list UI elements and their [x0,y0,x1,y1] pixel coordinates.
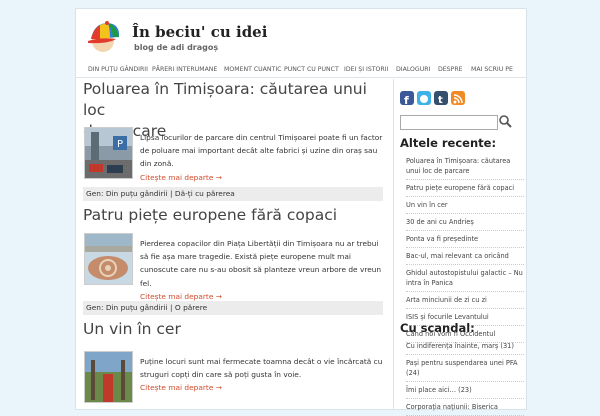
recent-post-link[interactable]: Patru piețe europene fără copaci [406,180,524,197]
svg-text:f: f [404,94,409,106]
page-container: În beciu' cu idei blog de adi dragoș DIN… [75,8,527,416]
post-excerpt-text: Pierderea copacilor din Piața Libertății… [140,239,382,288]
svg-text:t: t [438,95,443,106]
category-link[interactable]: O părere [175,303,207,312]
post-title[interactable]: Patru piețe europene fără copaci [83,205,383,226]
scandal-heading: Cu scandal: [400,321,475,335]
post-title-line[interactable]: Poluarea în Timișoara: căutarea unui loc [83,80,367,119]
facebook-icon[interactable]: f [400,91,414,107]
nav-item-din-putu-gandirii[interactable]: DIN PUȚU GÂNDIRII [88,66,148,73]
categories-label: Gen: [86,189,104,198]
scandal-post-link[interactable]: Pași pentru suspendarea unei PFA (24) [406,355,524,382]
post-3: Un vin în cer Puține locuri sunt mai fer… [83,319,383,409]
read-more-link[interactable]: Citește mai departe → [140,292,222,301]
post-title-line[interactable]: Patru piețe europene fără copaci [83,206,337,224]
site-title[interactable]: În beciu' cu idei [132,23,267,41]
scandal-post-link[interactable]: Cu indiferența înainte, marș (31) [406,338,524,355]
post-excerpt-text: Puține locuri sunt mai fermecate toamna … [140,357,383,380]
post-categories-bar: Gen: Din puțu gândirii | Dă-ți cu părere… [83,187,383,201]
post-excerpt-text: Lipsa locurilor de parcare din centrul T… [140,133,383,169]
post-thumbnail[interactable] [84,351,133,403]
recent-post-link[interactable]: Un vin în cer [406,197,524,214]
post-categories-bar: Gen: Din puțu gândirii | O părere [83,301,383,315]
read-more-link[interactable]: Citește mai departe → [140,173,222,182]
post-excerpt: Lipsa locurilor de parcare din centrul T… [140,131,388,184]
recent-posts-heading: Altele recente: [400,136,497,150]
search-icon[interactable] [498,113,512,128]
post-1: Poluarea în Timișoara: căutarea unui loc… [83,79,383,201]
post-2: Patru piețe europene fără copaci Pierder… [83,205,383,315]
nav-item-pareri-interumane[interactable]: PĂRERI INTERUMANE [152,66,217,73]
recent-post-link[interactable]: Bac-ul, mai relevant ca oricând [406,248,524,265]
scandal-list: Cu indiferența înainte, marș (31) Pași p… [406,338,524,416]
recent-post-link[interactable]: Ponta va fi președinte [406,231,524,248]
nav-item-despre[interactable]: DESPRE [438,66,463,73]
svg-text:P: P [117,139,123,150]
scandal-post-link[interactable]: Corporația națiunii: Biserica [406,399,524,416]
post-thumbnail[interactable]: P [84,127,133,179]
nav-item-moment-cuantic[interactable]: MOMENT CUANTIC [224,66,281,73]
recent-post-link[interactable]: Arta minciunii de zi cu zi [406,292,524,309]
post-title-line[interactable]: Un vin în cer [83,320,181,338]
main-nav: DIN PUȚU GÂNDIRII PĂRERI INTERUMANE MOME… [76,65,526,78]
post-excerpt: Pierderea copacilor din Piața Libertății… [140,237,388,303]
recent-post-link[interactable]: Ghidul autostopistului galactic – Nu int… [406,265,524,292]
post-excerpt: Puține locuri sunt mai fermecate toamna … [140,355,388,395]
search-input[interactable] [400,115,498,130]
nav-item-idei-si-istorii[interactable]: IDEI ȘI ISTORII [344,66,388,73]
read-more-link[interactable]: Citește mai departe → [140,383,222,392]
rss-icon[interactable] [451,91,465,105]
scandal-post-link[interactable]: Îmi place aici… (23) [406,382,524,399]
recent-post-link[interactable]: 30 de ani cu Andrieș [406,214,524,231]
site-tagline: blog de adi dragoș [134,43,219,52]
category-link[interactable]: Din puțu gândirii [106,303,168,312]
categories-label: Gen: [86,303,104,312]
recent-post-link[interactable]: Poluarea în Timișoara: căutarea unui loc… [406,153,524,180]
logo-icon[interactable] [86,17,126,57]
category-link[interactable]: Dă-ți cu părerea [175,189,235,198]
twitter-icon[interactable] [417,91,431,105]
tumblr-icon[interactable]: t [434,91,448,106]
column-divider [393,79,394,409]
nav-item-mai-scriu-pe[interactable]: MAI SCRIU PE [471,66,513,73]
category-link[interactable]: Din puțu gândirii [106,189,168,198]
recent-posts-list: Poluarea în Timișoara: căutarea unui loc… [406,153,524,343]
post-thumbnail[interactable] [84,233,133,285]
post-title[interactable]: Un vin în cer [83,319,383,340]
nav-item-punct-cu-punct[interactable]: PUNCT CU PUNCT [284,66,339,73]
nav-item-dialoguri[interactable]: DIALOGURI [396,66,430,73]
